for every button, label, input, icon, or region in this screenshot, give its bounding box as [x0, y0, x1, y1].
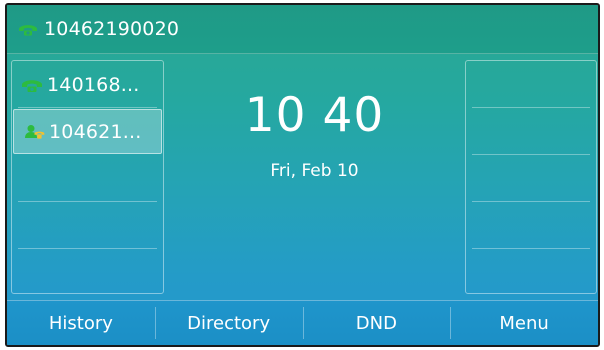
- dnd-softkey[interactable]: DND: [302, 301, 451, 345]
- line-key-8[interactable]: [466, 155, 596, 202]
- status-bar: 10462190020: [7, 5, 598, 54]
- directory-softkey[interactable]: Directory: [154, 301, 303, 345]
- history-softkey[interactable]: History: [7, 301, 155, 345]
- line-key-label: 140168...: [47, 73, 140, 96]
- line-key-label: 104621...: [49, 120, 142, 143]
- phone-handset-icon: [22, 79, 42, 92]
- line-key-4[interactable]: [12, 202, 163, 249]
- line-keys-panel-right: [465, 60, 597, 294]
- menu-softkey[interactable]: Menu: [450, 301, 598, 345]
- clock-date: Fri, Feb 10: [270, 161, 359, 181]
- line-key-3[interactable]: [12, 155, 163, 202]
- account-number: 10462190020: [44, 18, 180, 40]
- contact-phone-icon: [25, 124, 45, 139]
- phone-handset-icon: [19, 25, 37, 36]
- divider: [18, 107, 157, 108]
- line-key-10[interactable]: [466, 249, 596, 293]
- line-key-2[interactable]: 104621...: [13, 109, 162, 154]
- phone-screen: 10462190020 140168... 104621... 10 40 Fr…: [5, 3, 600, 347]
- clock-time: 10 40: [244, 88, 385, 143]
- softkey-bar: History Directory DND Menu: [7, 300, 598, 345]
- line-key-9[interactable]: [466, 202, 596, 249]
- line-key-6[interactable]: [466, 61, 596, 108]
- line-keys-panel-left: 140168... 104621...: [11, 60, 164, 294]
- line-key-7[interactable]: [466, 108, 596, 155]
- line-key-5[interactable]: [12, 249, 163, 293]
- line-key-1[interactable]: 140168...: [12, 61, 163, 108]
